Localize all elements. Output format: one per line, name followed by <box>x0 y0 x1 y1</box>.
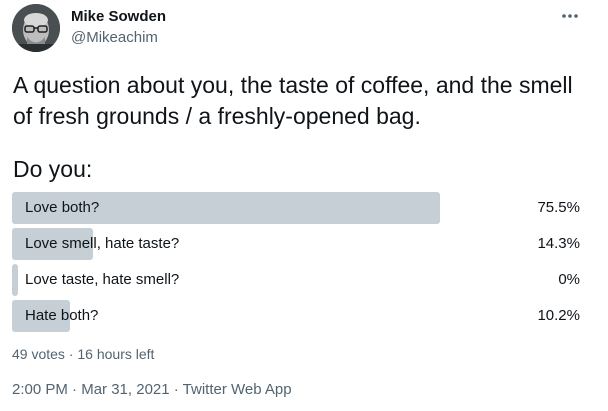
poll-option-percent: 75.5% <box>537 199 580 216</box>
tweet-source[interactable]: Twitter Web App <box>183 381 292 398</box>
timestamp-separator: · <box>67 381 82 398</box>
poll-time-left: 16 hours left <box>77 346 155 362</box>
more-horizontal-icon <box>562 14 578 18</box>
poll-option-percent: 0% <box>558 271 580 288</box>
tweet-text: A question about you, the taste of coffe… <box>13 72 573 129</box>
poll-meta: 49 votes · 16 hours left <box>12 345 154 363</box>
poll-option-label: Hate both? <box>25 307 99 324</box>
poll-option-label: Love both? <box>25 199 100 216</box>
avatar[interactable] <box>12 4 60 52</box>
poll-bar <box>12 264 18 296</box>
avatar-image <box>12 4 60 52</box>
poll-meta-separator: · <box>64 346 78 362</box>
poll-option-label: Love smell, hate taste? <box>25 235 180 252</box>
tweet: Mike Sowden @Mikeachim A question about … <box>0 0 608 411</box>
poll-option-2: Love taste, hate smell? 0% <box>12 264 586 296</box>
author-name[interactable]: Mike Sowden <box>71 8 166 26</box>
poll-option-3: Hate both? 10.2% <box>12 300 586 332</box>
poll-option-1: Love smell, hate taste? 14.3% <box>12 228 586 260</box>
more-options-button[interactable] <box>556 6 584 26</box>
poll-option-0: Love both? 75.5% <box>12 192 586 224</box>
poll-question: Do you: <box>13 156 93 182</box>
tweet-date[interactable]: Mar 31, 2021 <box>81 381 169 398</box>
poll-votes: 49 votes <box>12 346 65 362</box>
author-handle[interactable]: @Mikeachim <box>71 29 158 47</box>
poll-option-percent: 10.2% <box>537 307 580 324</box>
tweet-timestamp: 2:00 PM · Mar 31, 2021 · Twitter Web App <box>12 380 292 400</box>
timestamp-separator: · <box>169 381 183 398</box>
poll: Love both? 75.5% Love smell, hate taste?… <box>12 192 586 336</box>
poll-option-percent: 14.3% <box>537 235 580 252</box>
tweet-time[interactable]: 2:00 PM <box>12 381 68 398</box>
poll-option-label: Love taste, hate smell? <box>25 271 180 288</box>
